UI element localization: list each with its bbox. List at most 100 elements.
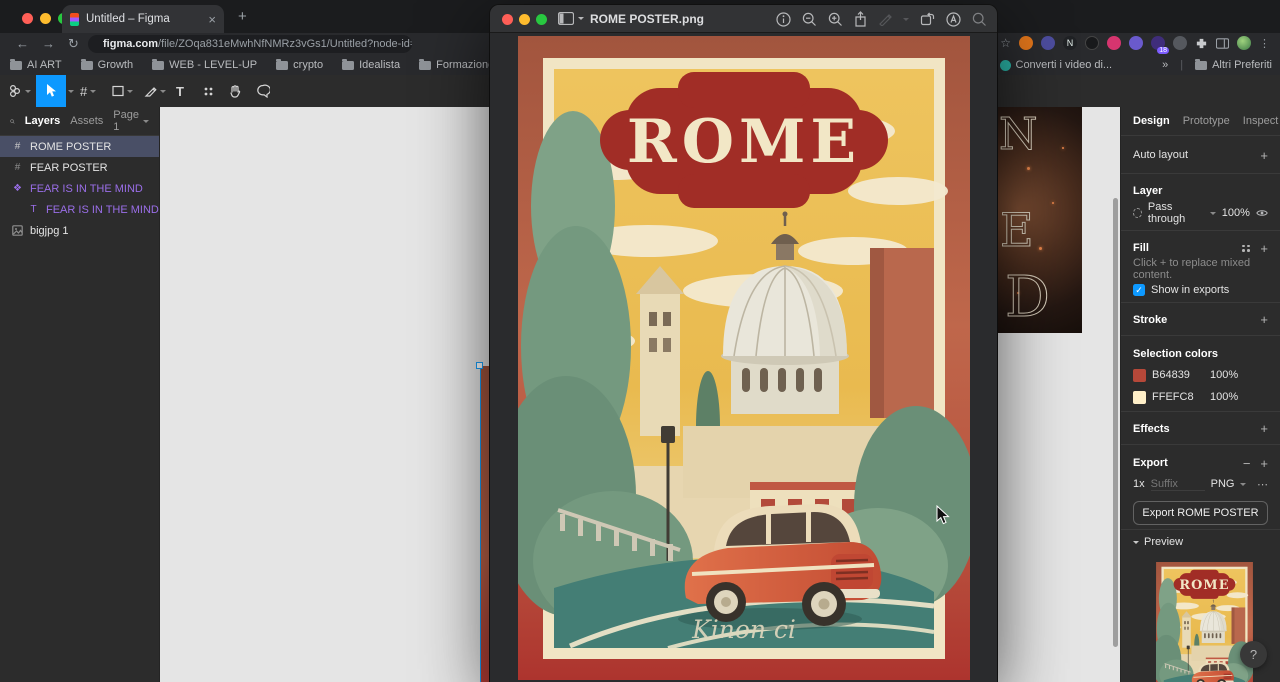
- preview-minimize-button[interactable]: [519, 14, 530, 25]
- fear-poster-frame[interactable]: N E D: [997, 107, 1082, 333]
- badged-extension-icon[interactable]: 18: [1151, 36, 1169, 54]
- help-button[interactable]: ?: [1240, 641, 1267, 668]
- back-button[interactable]: ←: [16, 36, 29, 51]
- text-tool-button[interactable]: T: [176, 75, 184, 107]
- move-tool-button[interactable]: [36, 75, 66, 107]
- export-more-button[interactable]: ⋯: [1257, 478, 1268, 491]
- round-extension-icon[interactable]: [1129, 36, 1143, 50]
- comment-tool-button[interactable]: [256, 75, 270, 107]
- show-in-exports-checkbox[interactable]: ✓: [1133, 284, 1145, 296]
- color-hex[interactable]: FFEFC8: [1152, 391, 1204, 403]
- bookmark-folder-altri[interactable]: Altri Preferiti: [1195, 58, 1272, 71]
- reload-button[interactable]: ↻: [68, 36, 79, 52]
- info-icon[interactable]: [776, 11, 791, 27]
- zoom-in-icon[interactable]: [828, 12, 843, 27]
- export-button[interactable]: Export ROME POSTER: [1133, 501, 1268, 525]
- bookmark-item[interactable]: WEB - LEVEL-UP: [152, 58, 257, 71]
- image-icon: [12, 225, 23, 236]
- rotate-icon[interactable]: [920, 12, 935, 26]
- tab-prototype[interactable]: Prototype: [1183, 115, 1230, 127]
- canvas-vertical-scrollbar[interactable]: [1113, 198, 1118, 647]
- move-tool-chevron-icon[interactable]: [68, 90, 74, 93]
- layer-row-image[interactable]: bigjpg 1: [0, 220, 159, 241]
- fill-styles-icon[interactable]: [1242, 244, 1250, 252]
- browser-tab[interactable]: Untitled – Figma ×: [62, 5, 224, 33]
- annotate-icon[interactable]: [946, 11, 961, 27]
- layer-row-text[interactable]: T FEAR IS IN THE MIND: [0, 199, 159, 220]
- shape-tool-button[interactable]: [112, 75, 133, 107]
- frame-tool-button[interactable]: #: [80, 75, 97, 107]
- export-suffix-input[interactable]: [1150, 477, 1205, 491]
- sidebar-toggle-icon[interactable]: [1216, 37, 1229, 49]
- key-extension-icon[interactable]: [1107, 36, 1121, 50]
- preview-header[interactable]: Preview: [1121, 530, 1280, 554]
- bookmark-item[interactable]: AI ART: [10, 58, 62, 71]
- preview-zoom-button[interactable]: [536, 14, 547, 25]
- markup-chevron-icon[interactable]: [903, 17, 909, 21]
- tab-close-icon[interactable]: ×: [208, 12, 216, 27]
- metamask-extension-icon[interactable]: [1019, 36, 1033, 50]
- visibility-eye-icon[interactable]: [1256, 208, 1268, 218]
- color-hex[interactable]: B64839: [1152, 369, 1204, 381]
- bookmark-item[interactable]: Converti i video di...: [999, 59, 1112, 71]
- share-icon[interactable]: [854, 11, 867, 27]
- main-menu-button[interactable]: [8, 75, 31, 107]
- add-stroke-button[interactable]: +: [1260, 312, 1268, 327]
- add-auto-layout-button[interactable]: +: [1260, 148, 1268, 163]
- export-scale[interactable]: 1x: [1133, 478, 1145, 490]
- blend-mode-select[interactable]: Pass through: [1148, 201, 1204, 225]
- selection-color-row[interactable]: FFEFC8 100%: [1121, 386, 1280, 408]
- preview-app-window[interactable]: ROME POSTER.png: [490, 5, 997, 682]
- profile-avatar[interactable]: [1237, 36, 1251, 50]
- bookmarks-overflow-chevrons[interactable]: »: [1162, 59, 1168, 71]
- add-effect-button[interactable]: +: [1260, 421, 1268, 436]
- search-icon[interactable]: [10, 116, 15, 127]
- bookmark-item[interactable]: crypto: [276, 58, 323, 71]
- preview-titlebar[interactable]: ROME POSTER.png: [490, 5, 997, 33]
- bookmark-item[interactable]: Formazione: [419, 58, 494, 71]
- color-opacity[interactable]: 100%: [1210, 369, 1238, 381]
- window-close-button[interactable]: [22, 13, 33, 24]
- tab-inspect[interactable]: Inspect: [1243, 115, 1278, 127]
- color-swatch[interactable]: [1133, 390, 1146, 404]
- add-export-button[interactable]: +: [1260, 456, 1268, 471]
- color-opacity[interactable]: 100%: [1210, 391, 1238, 403]
- window-minimize-button[interactable]: [40, 13, 51, 24]
- layer-row-rome-poster[interactable]: # ROME POSTER: [0, 136, 159, 157]
- export-format-select[interactable]: PNG: [1211, 478, 1235, 490]
- forward-button[interactable]: →: [42, 36, 55, 51]
- tab-design[interactable]: Design: [1133, 115, 1170, 127]
- color-swatch[interactable]: [1133, 368, 1146, 382]
- remove-export-button[interactable]: −: [1243, 456, 1251, 471]
- page-selector[interactable]: Page 1: [113, 109, 149, 133]
- zoom-out-icon[interactable]: [802, 12, 817, 27]
- gray-extension-icon[interactable]: [1173, 36, 1187, 50]
- layer-row-component[interactable]: ❖ FEAR IS IN THE MIND: [0, 178, 159, 199]
- pen-tool-button[interactable]: [144, 75, 166, 107]
- preview-close-button[interactable]: [502, 14, 513, 25]
- bookmark-item[interactable]: Growth: [80, 58, 133, 71]
- tab-layers[interactable]: Layers: [25, 115, 60, 127]
- dark-extension-icon[interactable]: [1085, 36, 1099, 50]
- resources-tool-button[interactable]: [202, 75, 215, 107]
- puzzle-extensions-icon[interactable]: [1195, 37, 1208, 50]
- notion-extension-icon[interactable]: N: [1063, 36, 1077, 50]
- layer-opacity[interactable]: 100%: [1222, 207, 1250, 219]
- address-bar[interactable]: figma.com/file/ZOqa831eMwhNfNMRz3vGs1/Un…: [88, 35, 412, 53]
- blend-mode-icon[interactable]: [1133, 208, 1142, 218]
- rectangle-icon: [112, 85, 124, 97]
- selection-handle[interactable]: [476, 362, 483, 369]
- tab-assets[interactable]: Assets: [70, 115, 103, 127]
- new-tab-button[interactable]: +: [238, 8, 247, 25]
- preview-sidebar-control[interactable]: [558, 12, 584, 25]
- bookmark-star-icon[interactable]: ☆: [1000, 36, 1011, 50]
- hand-tool-button[interactable]: [228, 75, 242, 107]
- purple-extension-icon[interactable]: [1041, 36, 1055, 50]
- add-fill-button[interactable]: +: [1260, 241, 1268, 256]
- markup-pencil-icon[interactable]: [878, 12, 892, 26]
- layer-row-fear-poster[interactable]: # FEAR POSTER: [0, 157, 159, 178]
- search-icon[interactable]: [972, 12, 987, 27]
- browser-menu-icon[interactable]: ⋮: [1259, 37, 1270, 50]
- selection-color-row[interactable]: B64839 100%: [1121, 364, 1280, 386]
- bookmark-item[interactable]: Idealista: [342, 58, 400, 71]
